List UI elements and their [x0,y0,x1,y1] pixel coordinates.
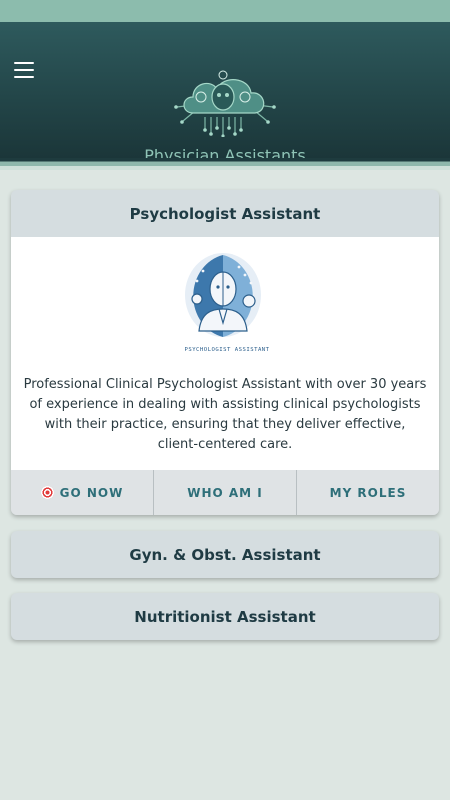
my-roles-label: MY ROLES [329,485,407,500]
status-bar [0,0,450,22]
hamburger-menu-icon[interactable] [12,60,36,80]
go-now-label: GO NOW [59,485,124,500]
app-logo [174,70,276,137]
psychologist-card: Psychologist Assistant PSYCHOLOGIST ASSI… [11,190,439,515]
card-title-psychologist[interactable]: Psychologist Assistant [11,190,439,237]
who-am-i-button[interactable]: WHO AM I [154,470,297,515]
app-header: Physician Assistants [0,22,450,165]
who-am-i-label: WHO AM I [187,485,263,500]
nutritionist-card[interactable]: Nutritionist Assistant [11,593,439,640]
header-divider [0,158,450,170]
target-icon [40,486,54,499]
card-title-gyn-obst[interactable]: Gyn. & Obst. Assistant [11,531,439,578]
card-description: Professional Clinical Psychologist Assis… [23,377,427,452]
card-actions: GO NOW WHO AM I MY ROLES [11,470,439,515]
card-title-nutritionist[interactable]: Nutritionist Assistant [11,593,439,640]
gyn-obst-card[interactable]: Gyn. & Obst. Assistant [11,531,439,578]
card-body: PSYCHOLOGIST ASSISTANT Professional Clin… [11,237,439,470]
psychologist-image-caption: PSYCHOLOGIST ASSISTANT [184,347,269,353]
my-roles-button[interactable]: MY ROLES [297,470,439,515]
go-now-button[interactable]: GO NOW [11,470,154,515]
psychologist-assistant-image: PSYCHOLOGIST ASSISTANT [184,253,269,353]
